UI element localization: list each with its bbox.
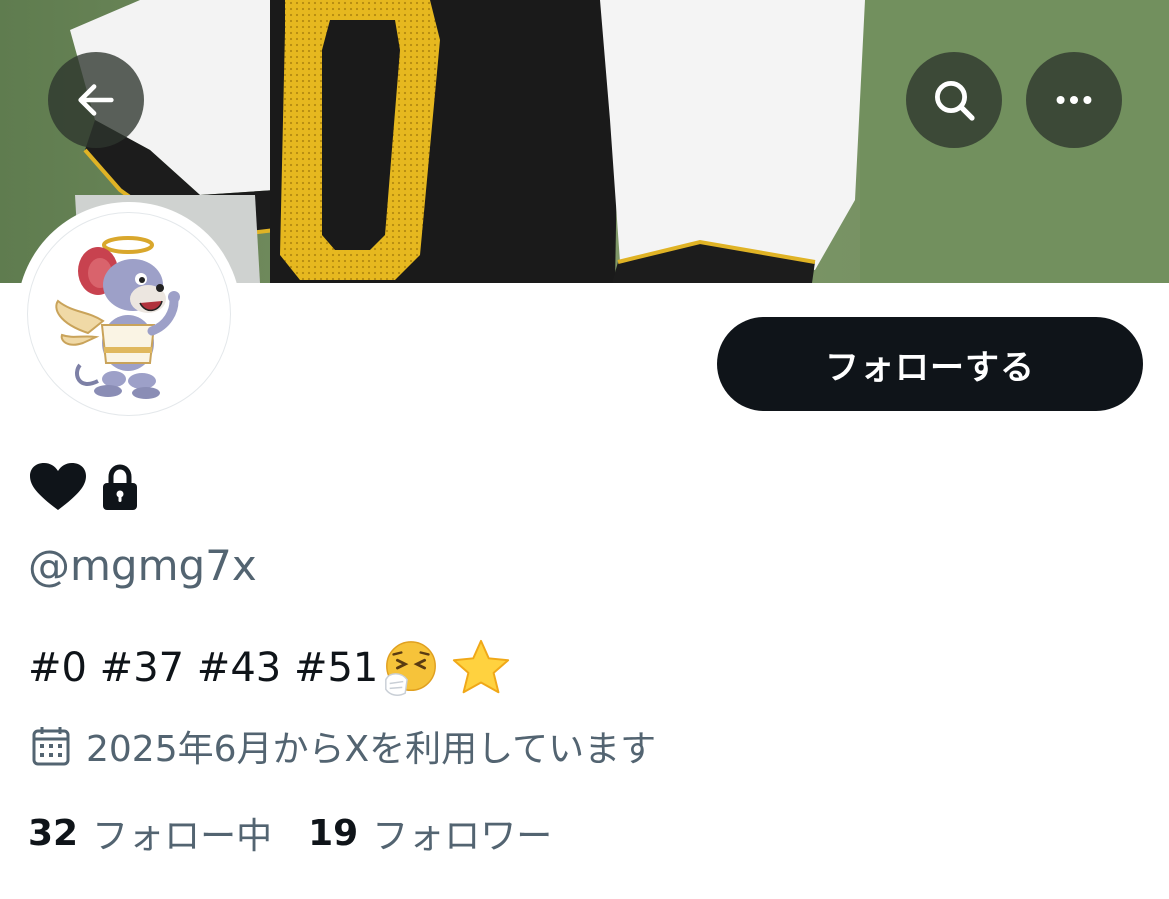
more-horizontal-icon [1056,95,1092,105]
follow-button[interactable]: フォローする [717,317,1143,411]
user-handle: @mgmg7x [28,541,257,590]
follow-stats: 32 フォロー中 19 フォロワー [28,806,588,860]
search-icon [934,80,975,121]
followers-label: フォロワー [372,816,553,857]
follow-button-label: フォローする [825,347,1035,388]
heart-icon [30,463,86,510]
more-button[interactable] [1026,52,1122,148]
profile-bio: #0 #37 #43 #51 [28,636,512,700]
search-button[interactable] [906,52,1002,148]
joined-text: 2025年6月からXを利用しています [86,729,657,770]
followers-count: 19 [308,812,359,854]
calendar-icon [32,727,70,766]
following-link[interactable]: 32 フォロー中 [28,807,272,859]
following-label: フォロー中 [92,816,273,857]
avatar-frame[interactable] [17,202,241,426]
profile-page: フォローする @mgmg7x #0 #37 #43 #51 2025年6月からX… [0,0,1169,899]
star-emoji [450,637,512,699]
following-count: 32 [28,812,79,854]
arrow-left-icon [78,84,114,116]
star-icon [453,639,510,694]
joined-date: 2025年6月からXを利用しています [32,720,656,772]
sneezing-face-emoji [380,637,442,699]
display-name [28,458,140,518]
followers-link[interactable]: 19 フォロワー [308,807,552,859]
bio-text: #0 #37 #43 #51 [28,645,379,691]
avatar[interactable] [27,212,231,416]
lock-icon [103,464,137,510]
angel-mouse-avatar-image [55,236,180,399]
sneezing-face-icon [385,641,437,696]
back-button[interactable] [48,52,144,148]
